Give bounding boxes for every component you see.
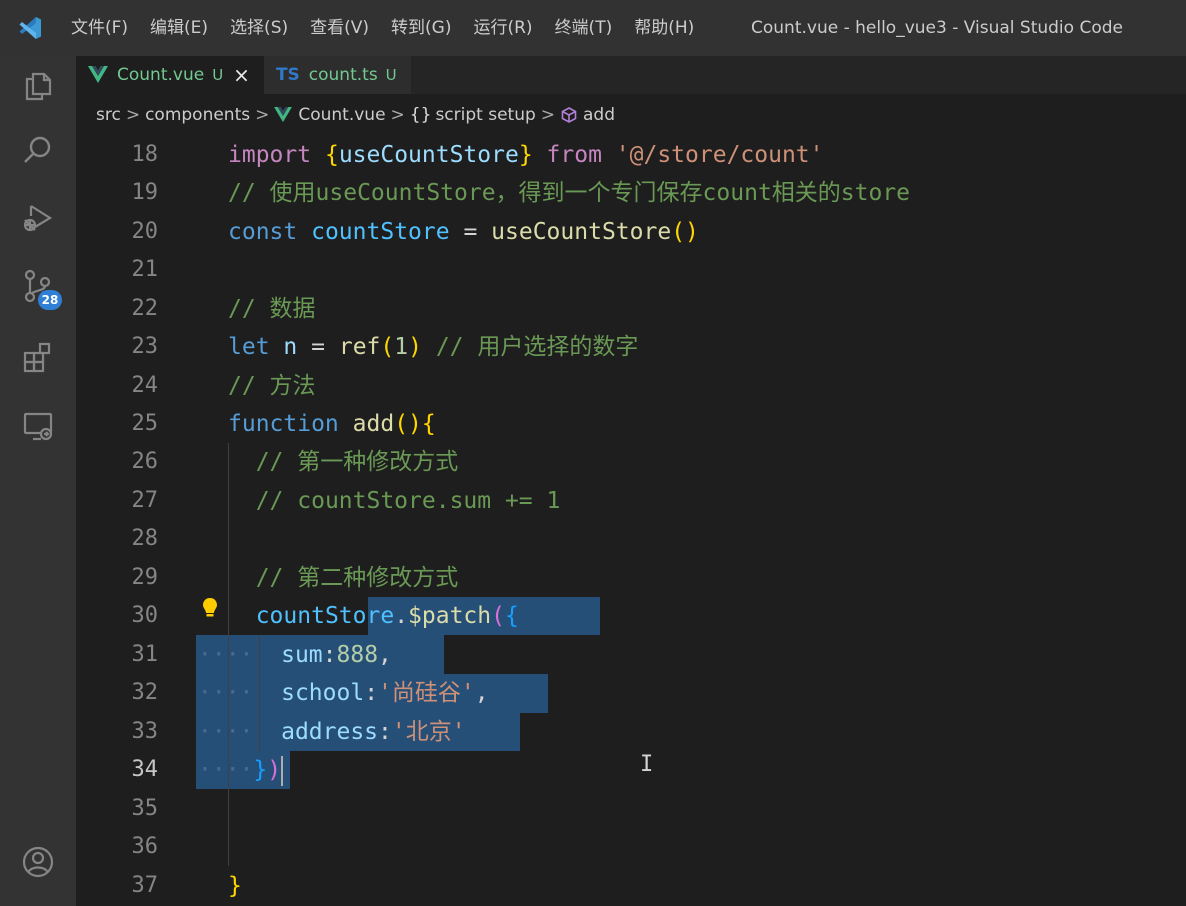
code-line-25: function add(){ — [228, 411, 436, 437]
vue-file-icon — [88, 66, 108, 83]
method-cube-icon — [561, 107, 577, 123]
source-control-icon[interactable]: 28 — [0, 256, 76, 316]
text-cursor — [281, 755, 284, 786]
breadcrumb-separator: > — [125, 105, 141, 125]
line-number: 20 — [131, 219, 159, 244]
typescript-file-icon: TS — [275, 65, 300, 85]
tab-label: Count.vue — [117, 65, 205, 85]
code-editor[interactable]: 18 19 20 21 22 23 24 25 26 27 28 29 30 3… — [76, 136, 1186, 906]
activity-bar: 28 — [0, 56, 76, 906]
braces-icon: {} — [409, 105, 432, 125]
line-number: 33 — [131, 719, 159, 744]
tab-count-ts[interactable]: TS count.ts U — [263, 56, 411, 94]
menu-selection[interactable]: 选择(S) — [219, 0, 299, 56]
breadcrumb-separator: > — [255, 105, 270, 125]
line-number: 26 — [131, 449, 159, 474]
line-number: 28 — [131, 526, 159, 551]
tab-label: count.ts — [308, 65, 378, 85]
code-line-33: ···· address:'北京' — [198, 719, 466, 745]
breadcrumb-components[interactable]: components — [145, 105, 250, 125]
code-line-37: } — [228, 873, 242, 899]
explorer-icon[interactable] — [0, 56, 76, 116]
line-number: 32 — [131, 680, 159, 705]
line-number: 37 — [131, 873, 159, 898]
tab-untracked-status: U — [385, 66, 397, 84]
title-bar: 文件(F) 编辑(E) 选择(S) 查看(V) 转到(G) 运行(R) 终端(T… — [0, 0, 1186, 56]
mouse-ibeam-icon: I — [640, 752, 654, 777]
breadcrumb-add[interactable]: add — [583, 105, 615, 125]
source-control-badge: 28 — [38, 290, 62, 310]
tab-untracked-status: U — [212, 66, 224, 84]
breadcrumb-count-vue[interactable]: Count.vue — [298, 105, 385, 125]
line-number: 31 — [131, 642, 159, 667]
code-line-30: countStore.$patch({ — [255, 603, 519, 629]
run-debug-icon[interactable] — [0, 188, 76, 248]
code-line-34: ····}) — [198, 751, 284, 789]
tab-count-vue[interactable]: Count.vue U × — [76, 56, 264, 94]
menu-terminal[interactable]: 终端(T) — [544, 0, 624, 56]
breadcrumb-src[interactable]: src — [96, 105, 121, 125]
editor-tabs: Count.vue U × TS count.ts U — [76, 56, 1186, 94]
line-number: 19 — [131, 180, 159, 205]
line-number: 35 — [131, 796, 159, 821]
line-number: 36 — [131, 834, 159, 859]
line-number: 24 — [131, 373, 159, 398]
menu-view[interactable]: 查看(V) — [299, 0, 380, 56]
line-number: 29 — [131, 565, 159, 590]
window-title: Count.vue - hello_vue3 - Visual Studio C… — [751, 18, 1123, 38]
code-line-20: const countStore = useCountStore() — [228, 219, 699, 245]
remote-explorer-icon[interactable] — [0, 396, 76, 456]
code-line-27: // countStore.sum += 1 — [255, 488, 561, 514]
extensions-icon[interactable] — [0, 328, 76, 388]
lightbulb-icon[interactable] — [200, 596, 220, 620]
breadcrumb: src > components > Count.vue > {} script… — [76, 96, 1186, 134]
line-number: 23 — [131, 334, 159, 359]
menu-help[interactable]: 帮助(H) — [623, 0, 705, 56]
code-line-24: // 方法 — [228, 373, 316, 399]
code-line-31: ···· sum:888, — [198, 642, 392, 668]
code-line-32: ···· school:'尚硅谷', — [198, 680, 489, 706]
breadcrumb-separator: > — [540, 105, 556, 125]
code-line-18: import {useCountStore} from '@/store/cou… — [228, 142, 824, 168]
account-icon[interactable] — [0, 832, 76, 892]
code-line-23: let n = ref(1) // 用户选择的数字 — [228, 334, 639, 360]
code-line-26: // 第一种修改方式 — [255, 449, 459, 475]
vue-file-icon — [274, 107, 293, 123]
breadcrumb-script-setup[interactable]: script setup — [435, 105, 535, 125]
menu-bar: 文件(F) 编辑(E) 选择(S) 查看(V) 转到(G) 运行(R) 终端(T… — [60, 0, 705, 56]
line-number: 22 — [131, 296, 159, 321]
close-icon[interactable]: × — [233, 63, 250, 87]
menu-edit[interactable]: 编辑(E) — [139, 0, 219, 56]
line-number: 30 — [131, 603, 159, 628]
code-line-29: // 第二种修改方式 — [255, 565, 459, 591]
vscode-logo-icon — [0, 0, 60, 56]
menu-file[interactable]: 文件(F) — [60, 0, 139, 56]
line-number-current: 34 — [131, 757, 159, 782]
code-line-22: // 数据 — [228, 296, 316, 322]
line-number-gutter: 18 19 20 21 22 23 24 25 26 27 28 29 30 3… — [76, 136, 196, 906]
menu-run[interactable]: 运行(R) — [462, 0, 543, 56]
line-number: 27 — [131, 488, 159, 513]
line-number: 18 — [131, 142, 159, 167]
code-area[interactable]: import {useCountStore} from '@/store/cou… — [196, 136, 1178, 906]
breadcrumb-separator: > — [390, 105, 405, 125]
line-number: 25 — [131, 411, 159, 436]
code-line-19: // 使用useCountStore，得到一个专门保存count相关的store — [228, 180, 911, 206]
menu-go[interactable]: 转到(G) — [380, 0, 462, 56]
search-icon[interactable] — [0, 120, 76, 180]
line-number: 21 — [131, 257, 159, 282]
